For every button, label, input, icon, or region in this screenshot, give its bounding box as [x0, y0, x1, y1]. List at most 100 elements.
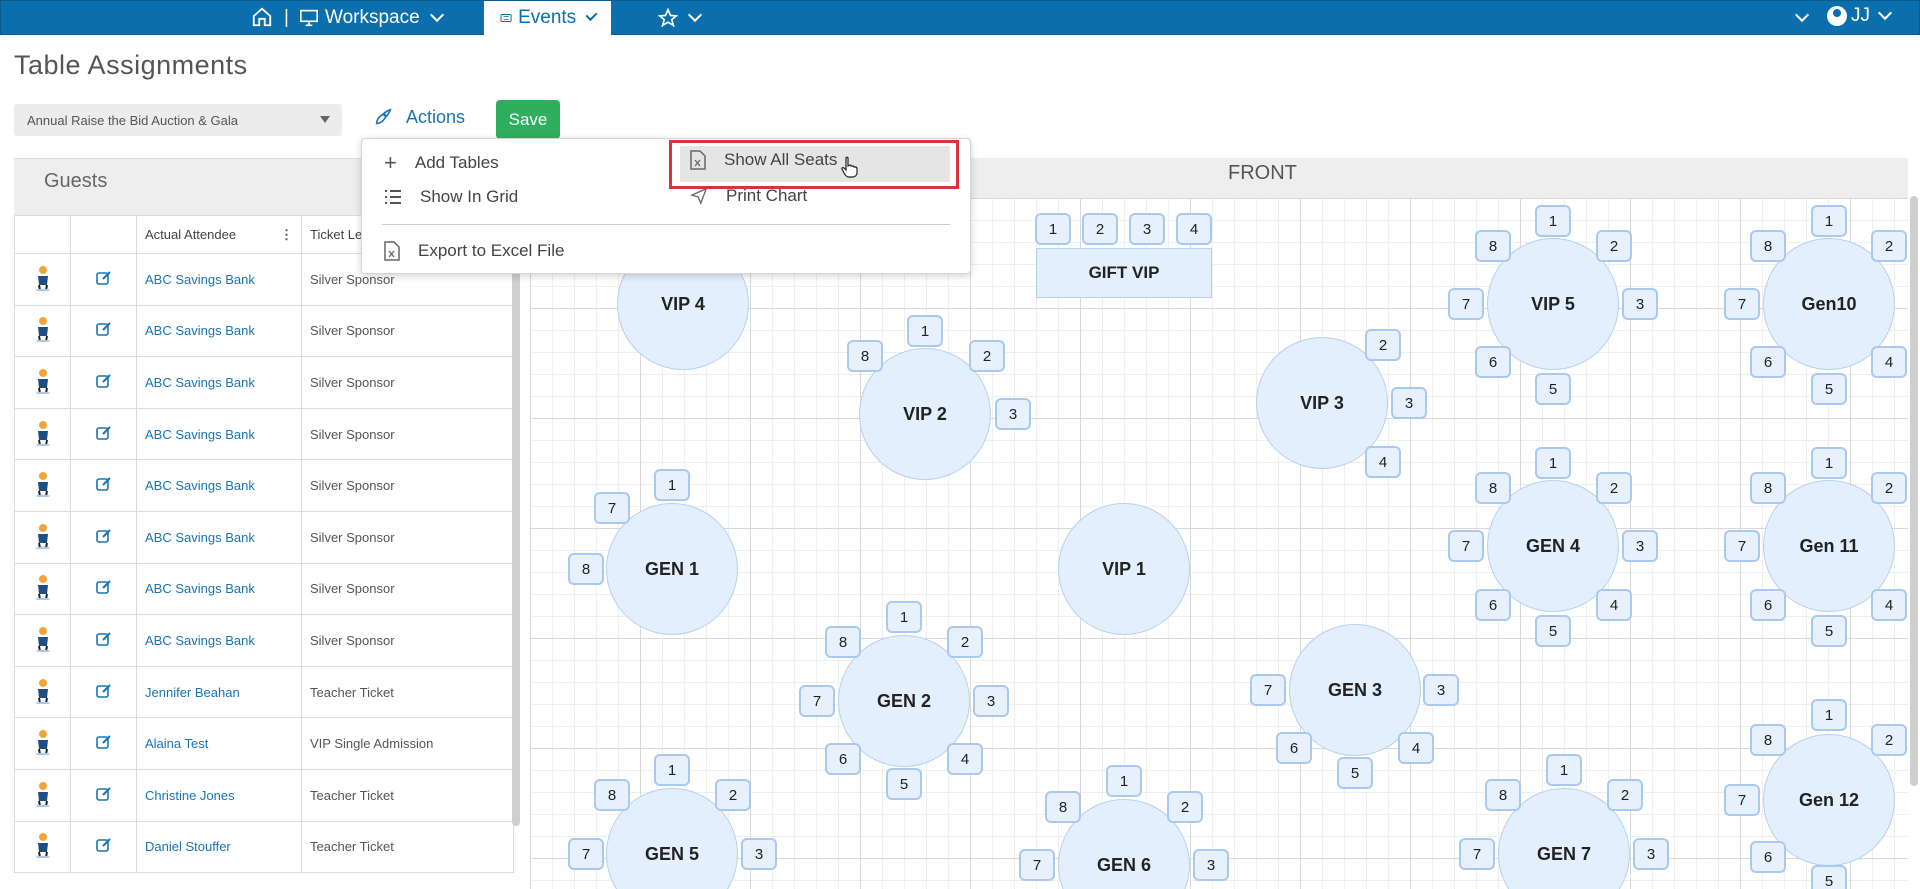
person-icon-cell[interactable]	[14, 562, 71, 616]
edit-icon[interactable]	[95, 734, 112, 750]
seat[interactable]: 8	[1750, 230, 1786, 262]
guest-row[interactable]: Christine Jones Teacher Ticket	[14, 768, 514, 822]
nav-favorites[interactable]	[658, 1, 703, 35]
guest-row[interactable]: ABC Savings Bank Silver Sponsor	[14, 510, 514, 564]
attendee-name[interactable]: ABC Savings Bank	[136, 510, 302, 564]
seat[interactable]: 8	[1475, 230, 1511, 262]
canvas-scrollbar[interactable]	[1910, 196, 1918, 786]
seat[interactable]: 5	[1535, 615, 1571, 647]
person-icon-cell[interactable]	[14, 665, 71, 719]
seat[interactable]: 1	[1811, 447, 1847, 479]
seat[interactable]: 3	[1633, 838, 1669, 870]
seat[interactable]: 7	[1724, 784, 1760, 816]
seat[interactable]: 3	[995, 398, 1031, 430]
seat[interactable]: 3	[1129, 213, 1165, 245]
edit-cell[interactable]	[70, 562, 137, 616]
seat[interactable]: 8	[1045, 791, 1081, 823]
edit-icon[interactable]	[95, 631, 112, 647]
seat[interactable]: 6	[1750, 841, 1786, 873]
edit-cell[interactable]	[70, 356, 137, 409]
seat[interactable]: 1	[654, 754, 690, 786]
seat[interactable]: 5	[1337, 757, 1373, 789]
seat[interactable]: 1	[1106, 765, 1142, 797]
seating-table[interactable]: VIP 1	[1058, 503, 1190, 635]
seat[interactable]: 2	[947, 626, 983, 658]
seat[interactable]: 3	[973, 685, 1009, 717]
guest-row[interactable]: ABC Savings Bank Silver Sponsor	[14, 614, 514, 667]
edit-icon[interactable]	[95, 425, 112, 441]
edit-cell[interactable]	[70, 304, 137, 358]
seat[interactable]: 4	[1871, 589, 1907, 621]
edit-icon[interactable]	[95, 579, 112, 595]
seat[interactable]: 7	[1448, 288, 1484, 320]
actions-button[interactable]: Actions	[372, 106, 465, 128]
seat[interactable]: 2	[1082, 213, 1118, 245]
seat[interactable]: 7	[1724, 530, 1760, 562]
seat[interactable]: 4	[1176, 213, 1212, 245]
seat[interactable]: 5	[1811, 373, 1847, 405]
seat[interactable]: 3	[1622, 288, 1658, 320]
nav-workspace[interactable]: Workspace	[299, 1, 444, 35]
seat[interactable]: 7	[1459, 838, 1495, 870]
seat[interactable]: 2	[1365, 329, 1401, 361]
seat[interactable]: 7	[1019, 849, 1055, 881]
seat[interactable]: 1	[1811, 205, 1847, 237]
seat[interactable]: 3	[1622, 530, 1658, 562]
edit-cell[interactable]	[70, 717, 137, 770]
seat[interactable]: 1	[907, 315, 943, 347]
seat[interactable]: 2	[1871, 724, 1907, 756]
edit-icon[interactable]	[95, 837, 112, 853]
seat[interactable]: 4	[1398, 732, 1434, 764]
seat[interactable]: 2	[1871, 230, 1907, 262]
edit-cell[interactable]	[70, 253, 137, 306]
seat[interactable]: 1	[1035, 213, 1071, 245]
edit-cell[interactable]	[70, 510, 137, 564]
attendee-name[interactable]: Daniel Stouffer	[136, 820, 302, 874]
edit-cell[interactable]	[70, 459, 137, 512]
attendee-name[interactable]: Jennifer Beahan	[136, 665, 302, 719]
seat[interactable]: 2	[1596, 472, 1632, 504]
save-button[interactable]: Save	[496, 100, 560, 139]
seating-table[interactable]: GIFT VIP	[1036, 248, 1212, 298]
seat[interactable]: 8	[1475, 472, 1511, 504]
seat[interactable]: 1	[1535, 205, 1571, 237]
attendee-name[interactable]: ABC Savings Bank	[136, 253, 302, 306]
person-icon-cell[interactable]	[14, 510, 71, 564]
user-menu[interactable]: JJ	[1827, 5, 1893, 27]
seat[interactable]: 5	[1811, 865, 1847, 889]
seat[interactable]: 7	[799, 685, 835, 717]
edit-icon[interactable]	[95, 321, 112, 337]
person-icon-cell[interactable]	[14, 459, 71, 512]
edit-icon[interactable]	[95, 786, 112, 802]
seat[interactable]: 7	[1724, 288, 1760, 320]
seat[interactable]: 1	[886, 601, 922, 633]
seat[interactable]: 2	[1596, 230, 1632, 262]
seat[interactable]: 1	[1546, 754, 1582, 786]
guest-row[interactable]: Alaina Test VIP Single Admission	[14, 717, 514, 770]
seat[interactable]: 6	[825, 743, 861, 775]
seat[interactable]: 8	[847, 340, 883, 372]
column-actual-attendee[interactable]: Actual Attendee ⋮	[136, 215, 302, 254]
seat[interactable]: 2	[1607, 779, 1643, 811]
seat[interactable]: 1	[1811, 699, 1847, 731]
seat[interactable]: 6	[1750, 346, 1786, 378]
seat[interactable]: 1	[654, 469, 690, 501]
seat[interactable]: 3	[1423, 674, 1459, 706]
seat[interactable]: 8	[594, 779, 630, 811]
edit-icon[interactable]	[95, 683, 112, 699]
guests-scrollbar[interactable]	[512, 261, 520, 826]
guest-row[interactable]: ABC Savings Bank Silver Sponsor	[14, 562, 514, 616]
attendee-name[interactable]: ABC Savings Bank	[136, 407, 302, 461]
nav-more-dropdown[interactable]	[1791, 1, 1810, 35]
seat[interactable]: 7	[1448, 530, 1484, 562]
seat[interactable]: 6	[1276, 732, 1312, 764]
seat[interactable]: 4	[947, 743, 983, 775]
person-icon-cell[interactable]	[14, 717, 71, 770]
attendee-name[interactable]: ABC Savings Bank	[136, 562, 302, 616]
attendee-name[interactable]: ABC Savings Bank	[136, 459, 302, 512]
menu-export-excel[interactable]: Export to Excel File	[384, 241, 564, 261]
seat[interactable]: 5	[886, 768, 922, 800]
seat[interactable]: 2	[1871, 472, 1907, 504]
attendee-name[interactable]: ABC Savings Bank	[136, 614, 302, 667]
home-icon[interactable]	[251, 6, 273, 33]
